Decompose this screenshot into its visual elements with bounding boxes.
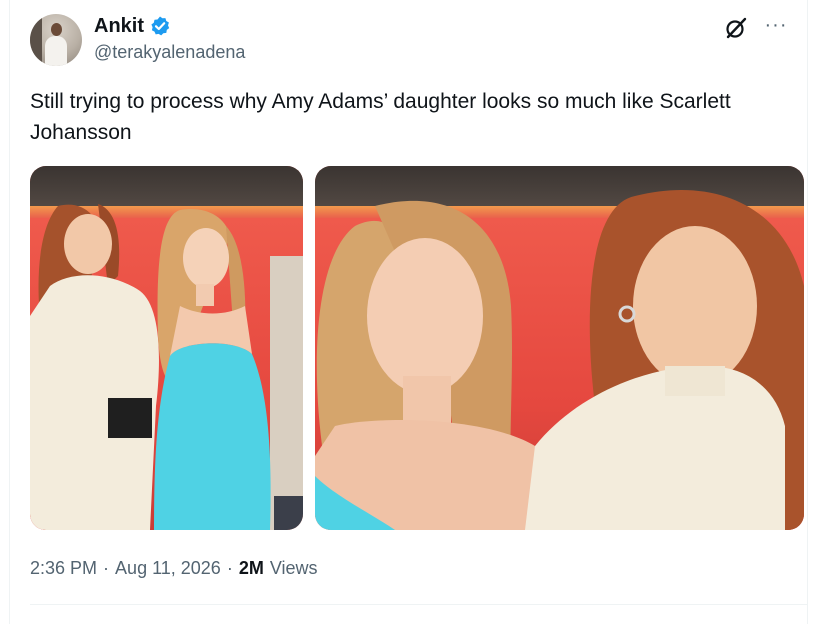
more-options-icon[interactable]: ··· (762, 14, 790, 36)
grok-icon[interactable] (724, 16, 748, 40)
separator: · (226, 558, 233, 578)
photo-right[interactable] (315, 166, 804, 530)
tweet-text: Still trying to process why Amy Adams’ d… (30, 90, 731, 144)
divider (30, 604, 807, 605)
author-name[interactable]: Ankit (94, 15, 144, 38)
tweet-date[interactable]: Aug 11, 2026 (115, 558, 221, 579)
avatar-figure-head (51, 23, 62, 36)
photo-left-figures (30, 204, 303, 530)
tweet-card: Ankit @terakyalenadena ··· Still trying … (9, 0, 808, 624)
author-handle[interactable]: @terakyalenadena (94, 42, 245, 63)
photo-left[interactable] (30, 166, 303, 530)
tweet-media (30, 166, 804, 530)
verified-badge-icon (151, 16, 170, 36)
tweet-timestamp: 2:36 PM · Aug 11, 2026 · 2M Views (30, 558, 318, 579)
tweet-time[interactable]: 2:36 PM (30, 558, 97, 579)
author-avatar[interactable] (30, 14, 82, 66)
separator: · (103, 558, 110, 578)
author-name-row: Ankit (94, 14, 171, 38)
views-label: Views (269, 558, 318, 578)
photo-right-figures (315, 190, 804, 530)
avatar-figure-body (45, 36, 67, 66)
views-count: 2M (238, 558, 264, 578)
avatar-background (30, 14, 42, 66)
